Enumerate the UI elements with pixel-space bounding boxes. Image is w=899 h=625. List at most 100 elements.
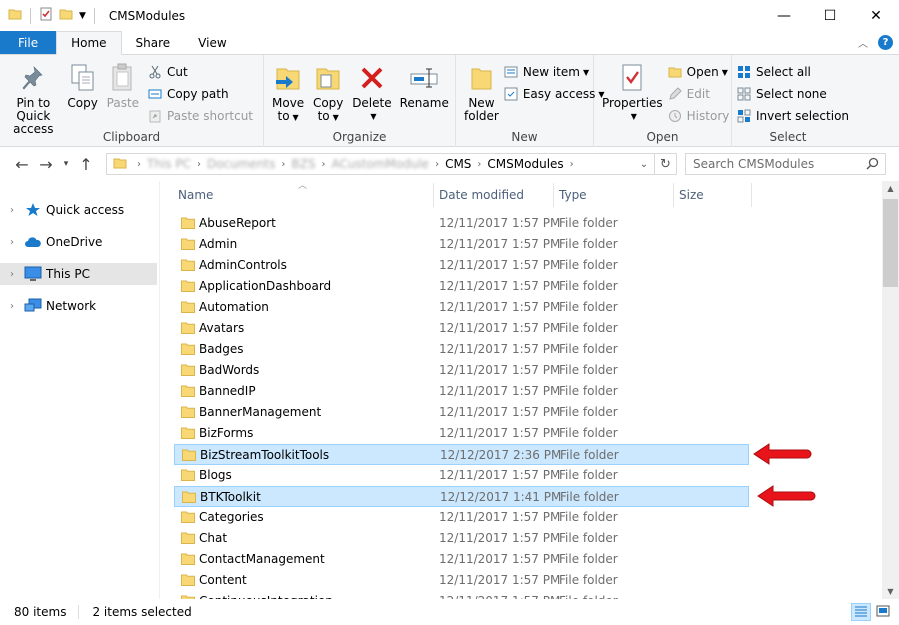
file-row[interactable]: Content 12/11/2017 1:57 PM File folder	[174, 570, 749, 591]
invert-selection-button[interactable]: Invert selection	[736, 105, 855, 127]
ribbon: Pin to Quick access Copy Paste Cut Copy …	[0, 55, 899, 147]
file-name: Blogs	[199, 468, 232, 482]
file-row[interactable]: Categories 12/11/2017 1:57 PM File folder	[174, 507, 749, 528]
up-arrow-icon[interactable]: ↑	[74, 155, 98, 174]
chevron-right-icon[interactable]: ›	[0, 237, 24, 248]
search-box[interactable]: Search CMSModules	[685, 153, 886, 175]
breadcrumb-item[interactable]: BZS	[291, 157, 315, 171]
scroll-up-icon[interactable]: ▲	[882, 184, 899, 193]
vertical-scrollbar[interactable]: ▲ ▼	[882, 181, 899, 599]
tab-file[interactable]: File	[0, 31, 57, 54]
chevron-right-icon[interactable]: ›	[0, 301, 24, 312]
edit-button[interactable]: Edit	[667, 83, 736, 105]
file-row[interactable]: Automation 12/11/2017 1:57 PM File folder	[174, 297, 749, 318]
tab-home[interactable]: Home	[56, 31, 122, 55]
history-button[interactable]: History	[667, 105, 736, 127]
chevron-right-icon: ›	[137, 158, 141, 170]
address-bar[interactable]: › This PC › Documents › BZS › ACustomMod…	[106, 153, 677, 175]
file-row[interactable]: BadWords 12/11/2017 1:57 PM File folder	[174, 360, 749, 381]
recent-locations-icon[interactable]: ▾	[58, 159, 74, 169]
maximize-button[interactable]: ☐	[807, 0, 853, 31]
folder-icon	[182, 490, 196, 506]
file-row[interactable]: ApplicationDashboard 12/11/2017 1:57 PM Fi…	[174, 276, 749, 297]
details-view-button[interactable]	[851, 603, 871, 621]
scrollbar-thumb[interactable]	[883, 199, 898, 287]
folder-icon	[113, 156, 127, 173]
column-size[interactable]: Size	[679, 188, 704, 202]
new-folder-icon	[465, 61, 497, 95]
forward-arrow-icon[interactable]: →	[34, 155, 58, 174]
file-row[interactable]: AbuseReport 12/11/2017 1:57 PM File folder	[174, 213, 749, 234]
customize-toolbar-icon[interactable]: ▼	[79, 11, 86, 21]
paste-shortcut-icon	[147, 108, 163, 124]
column-divider[interactable]	[553, 183, 554, 207]
file-date-modified: 12/11/2017 1:57 PM	[439, 279, 561, 293]
file-row[interactable]: BizStreamToolkitTools 12/12/2017 2:36 PM F…	[174, 444, 749, 465]
file-row[interactable]: BannedIP 12/11/2017 1:57 PM File folder	[174, 381, 749, 402]
help-icon[interactable]: ?	[878, 35, 893, 50]
file-date-modified: 12/11/2017 1:57 PM	[439, 573, 561, 587]
refresh-icon[interactable]: ↻	[654, 154, 676, 174]
file-row[interactable]: AdminControls 12/11/2017 1:57 PM File fold…	[174, 255, 749, 276]
nav-item-network[interactable]: › Network	[0, 295, 157, 317]
file-row[interactable]: ContactManagement 12/11/2017 1:57 PM File …	[174, 549, 749, 570]
column-divider[interactable]	[751, 183, 752, 207]
select-none-button[interactable]: Select none	[736, 83, 855, 105]
collapse-ribbon-icon[interactable]: ︿	[858, 35, 868, 50]
file-row[interactable]: Admin 12/11/2017 1:57 PM File folder	[174, 234, 749, 255]
file-date-modified: 12/11/2017 1:57 PM	[439, 405, 561, 419]
close-button[interactable]: ✕	[853, 0, 899, 31]
file-row[interactable]: Blogs 12/11/2017 1:57 PM File folder	[174, 465, 749, 486]
breadcrumb-item[interactable]: CMSModules	[487, 157, 563, 171]
file-row[interactable]: Chat 12/11/2017 1:57 PM File folder	[174, 528, 749, 549]
select-all-button[interactable]: Select all	[736, 61, 855, 83]
column-divider[interactable]	[433, 183, 434, 207]
column-type[interactable]: Type	[559, 188, 587, 202]
back-arrow-icon[interactable]: ←	[10, 155, 34, 174]
file-date-modified: 12/11/2017 1:57 PM	[439, 510, 561, 524]
file-row[interactable]: Avatars 12/11/2017 1:57 PM File folder	[174, 318, 749, 339]
folder-icon	[181, 300, 195, 316]
chevron-right-icon[interactable]: ›	[0, 269, 24, 280]
nav-item-this-pc[interactable]: › This PC	[0, 263, 157, 285]
address-history-icon[interactable]: ⌄	[634, 159, 654, 170]
open-button[interactable]: Open ▼	[667, 61, 736, 83]
computer-icon	[24, 266, 42, 282]
new-folder-icon[interactable]	[59, 7, 73, 24]
column-name[interactable]: Name	[178, 188, 213, 202]
column-date-modified[interactable]: Date modified	[439, 188, 524, 202]
breadcrumb-item[interactable]: This PC	[147, 157, 191, 171]
minimize-button[interactable]: —	[761, 0, 807, 31]
nav-item-onedrive[interactable]: › OneDrive	[0, 231, 157, 253]
tab-view[interactable]: View	[184, 31, 240, 54]
file-type: File folder	[559, 342, 618, 356]
paste-shortcut-button[interactable]: Paste shortcut	[147, 105, 259, 127]
file-row[interactable]: BannerManagement 12/11/2017 1:57 PM File f…	[174, 402, 749, 423]
file-row[interactable]: Badges 12/11/2017 1:57 PM File folder	[174, 339, 749, 360]
search-icon[interactable]	[866, 157, 879, 173]
cut-button[interactable]: Cut	[147, 61, 259, 83]
tab-share[interactable]: Share	[122, 31, 185, 54]
file-type: File folder	[559, 426, 618, 440]
breadcrumb-item[interactable]: CMS	[445, 157, 471, 171]
file-row[interactable]: BTKToolkit 12/12/2017 1:41 PM File folder	[174, 486, 749, 507]
file-name: AbuseReport	[199, 216, 276, 230]
nav-item-quick-access[interactable]: › Quick access	[0, 199, 157, 221]
scroll-down-icon[interactable]: ▼	[882, 587, 899, 596]
file-type: File folder	[559, 405, 618, 419]
column-divider[interactable]	[673, 183, 674, 207]
chevron-right-icon: ›	[196, 158, 201, 170]
file-name: BTKToolkit	[200, 490, 261, 504]
large-icons-view-button[interactable]	[873, 603, 893, 621]
file-type: File folder	[559, 573, 618, 587]
copy-path-button[interactable]: Copy path	[147, 83, 259, 105]
search-input[interactable]: Search CMSModules	[693, 157, 814, 171]
breadcrumb-item[interactable]: ACustomModule	[331, 157, 429, 171]
breadcrumb-item[interactable]: Documents	[207, 157, 275, 171]
file-row[interactable]: BizForms 12/11/2017 1:57 PM File folder	[174, 423, 749, 444]
file-row[interactable]: ContinuousIntegration12/11/2017 1:57 PMF…	[174, 591, 749, 599]
file-date-modified: 12/11/2017 1:57 PM	[439, 531, 561, 545]
file-name: BadWords	[199, 363, 260, 377]
properties-icon[interactable]	[39, 7, 53, 24]
chevron-right-icon[interactable]: ›	[0, 205, 24, 216]
